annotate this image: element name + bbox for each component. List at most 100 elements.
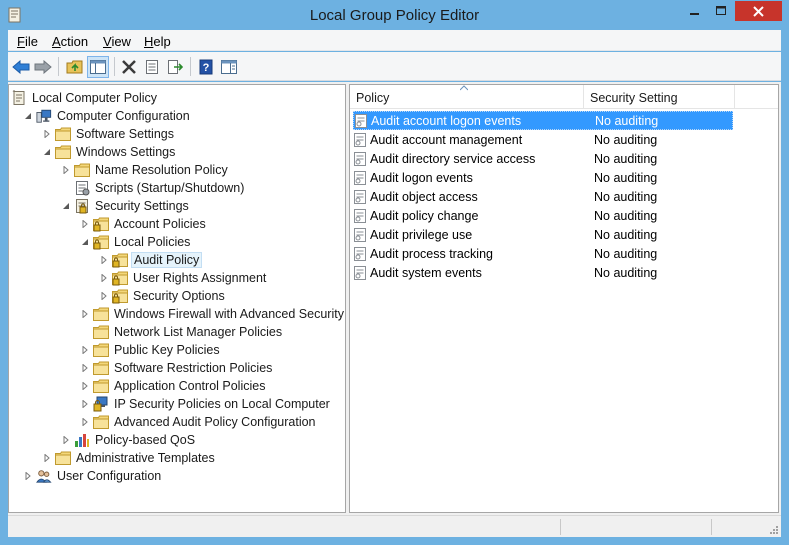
tree-item[interactable]: Windows Firewall with Advanced Security <box>79 305 345 323</box>
tree-item[interactable]: Security Settings <box>60 197 191 215</box>
expand-arrow-icon[interactable] <box>41 449 53 467</box>
details-pane[interactable]: Policy Security Setting Audit account lo… <box>349 84 779 513</box>
tree-item[interactable]: IP Security Policies on Local Computer <box>79 395 332 413</box>
policy-item-icon <box>353 208 367 224</box>
tree-item[interactable]: Policy-based QoS <box>60 431 197 449</box>
delete-button[interactable] <box>118 56 140 78</box>
policy-document-icon <box>11 90 27 106</box>
expand-arrow-icon[interactable] <box>98 269 110 287</box>
export-list-button[interactable] <box>164 56 186 78</box>
title-bar[interactable]: Local Group Policy Editor <box>0 0 789 30</box>
expand-arrow-icon[interactable] <box>79 305 91 323</box>
security-setting-value: No auditing <box>594 170 658 185</box>
expand-arrow-icon[interactable] <box>60 161 72 179</box>
expand-arrow-icon[interactable] <box>79 395 91 413</box>
up-one-level-button[interactable] <box>64 56 86 78</box>
resize-grip-icon[interactable] <box>769 525 779 535</box>
maximize-button[interactable] <box>708 1 734 21</box>
tree-item[interactable]: Local Computer Policy <box>11 89 159 107</box>
policy-row[interactable]: Audit logon events No auditing <box>353 168 733 187</box>
locked-folder-icon <box>112 252 128 268</box>
column-header-policy[interactable]: Policy <box>350 85 583 109</box>
policy-name: Audit system events <box>370 265 482 280</box>
tree-item[interactable]: Audit Policy <box>98 251 203 269</box>
policy-row[interactable]: Audit system events No auditing <box>353 263 733 282</box>
menu-help[interactable]: Help <box>144 34 171 49</box>
policy-name: Audit logon events <box>370 170 473 185</box>
toolbar-separator <box>190 57 191 76</box>
tree-item[interactable]: Administrative Templates <box>41 449 217 467</box>
app-window: Local Group Policy Editor File Action Vi… <box>0 0 789 545</box>
collapse-arrow-icon[interactable] <box>60 197 72 215</box>
policy-row[interactable]: Audit process tracking No auditing <box>353 244 733 263</box>
expand-arrow-icon[interactable] <box>79 215 91 233</box>
tree-item-label: Software Restriction Policies <box>114 361 273 375</box>
no-expander <box>79 323 91 341</box>
menu-view[interactable]: View <box>103 34 131 49</box>
toolbar-separator <box>58 57 59 76</box>
policy-name: Audit object access <box>370 189 478 204</box>
folder-icon <box>55 126 71 142</box>
tree-item[interactable]: Computer Configuration <box>22 107 192 125</box>
tree-item[interactable]: User Configuration <box>22 467 163 485</box>
policy-row[interactable]: Audit account management No auditing <box>353 130 733 149</box>
ip-security-icon <box>93 396 109 412</box>
show-hide-action-pane-icon <box>221 60 237 74</box>
policy-name: Audit account management <box>370 132 523 147</box>
tree-item-label: Computer Configuration <box>57 109 190 123</box>
policy-row[interactable]: Audit object access No auditing <box>353 187 733 206</box>
expand-arrow-icon[interactable] <box>41 125 53 143</box>
show-hide-action-pane-button[interactable] <box>218 56 240 78</box>
policy-row[interactable]: Audit account logon events No auditing <box>353 111 733 130</box>
properties-button[interactable] <box>141 56 163 78</box>
security-setting-value: No auditing <box>594 227 658 242</box>
policy-item-icon <box>353 246 367 262</box>
menu-file-label: ile <box>24 34 38 49</box>
collapse-arrow-icon[interactable] <box>22 107 34 125</box>
expand-arrow-icon[interactable] <box>79 413 91 431</box>
column-divider[interactable] <box>734 85 735 109</box>
tree-item-label: Administrative Templates <box>76 451 215 465</box>
tree-item[interactable]: Application Control Policies <box>79 377 267 395</box>
folder-icon <box>93 360 109 376</box>
close-button[interactable] <box>735 1 782 21</box>
expand-arrow-icon[interactable] <box>79 341 91 359</box>
menu-file[interactable]: File <box>17 34 38 49</box>
forward-button[interactable] <box>32 56 54 78</box>
tree-item[interactable]: Software Settings <box>41 125 176 143</box>
expand-arrow-icon[interactable] <box>98 287 110 305</box>
no-expander <box>60 179 72 197</box>
show-hide-console-tree-button[interactable] <box>87 56 109 78</box>
menu-action[interactable]: Action <box>52 34 88 49</box>
policy-name: Audit directory service access <box>370 151 536 166</box>
tree-item[interactable]: Account Policies <box>79 215 208 233</box>
policy-row[interactable]: Audit directory service access No auditin… <box>353 149 733 168</box>
expand-arrow-icon[interactable] <box>98 251 110 269</box>
tree-item[interactable]: Windows Settings <box>41 143 177 161</box>
console-tree[interactable]: Local Computer Policy Computer Configurat… <box>8 84 346 513</box>
tree-item[interactable]: Public Key Policies <box>79 341 222 359</box>
column-header-security-setting[interactable]: Security Setting <box>584 85 734 109</box>
collapse-arrow-icon[interactable] <box>41 143 53 161</box>
collapse-arrow-icon[interactable] <box>79 233 91 251</box>
tree-item[interactable]: Name Resolution Policy <box>60 161 230 179</box>
tree-item[interactable]: Software Restriction Policies <box>79 359 274 377</box>
expand-arrow-icon[interactable] <box>60 431 72 449</box>
expand-arrow-icon[interactable] <box>79 359 91 377</box>
expand-arrow-icon[interactable] <box>79 377 91 395</box>
locked-folder-icon <box>93 234 109 250</box>
tree-item[interactable]: Network List Manager Policies <box>79 323 284 341</box>
minimize-button[interactable] <box>682 1 708 21</box>
tree-item[interactable]: Local Policies <box>79 233 192 251</box>
expand-arrow-icon[interactable] <box>22 467 34 485</box>
tree-item-label: Security Settings <box>95 199 189 213</box>
back-button[interactable] <box>10 56 32 78</box>
tree-item[interactable]: User Rights Assignment <box>98 269 268 287</box>
policy-row[interactable]: Audit policy change No auditing <box>353 206 733 225</box>
tree-item[interactable]: Advanced Audit Policy Configuration <box>79 413 318 431</box>
policy-row[interactable]: Audit privilege use No auditing <box>353 225 733 244</box>
help-button[interactable]: ? <box>195 56 217 78</box>
tree-item[interactable]: Security Options <box>98 287 227 305</box>
policy-name: Audit policy change <box>370 208 479 223</box>
tree-item[interactable]: Scripts (Startup/Shutdown) <box>60 179 246 197</box>
